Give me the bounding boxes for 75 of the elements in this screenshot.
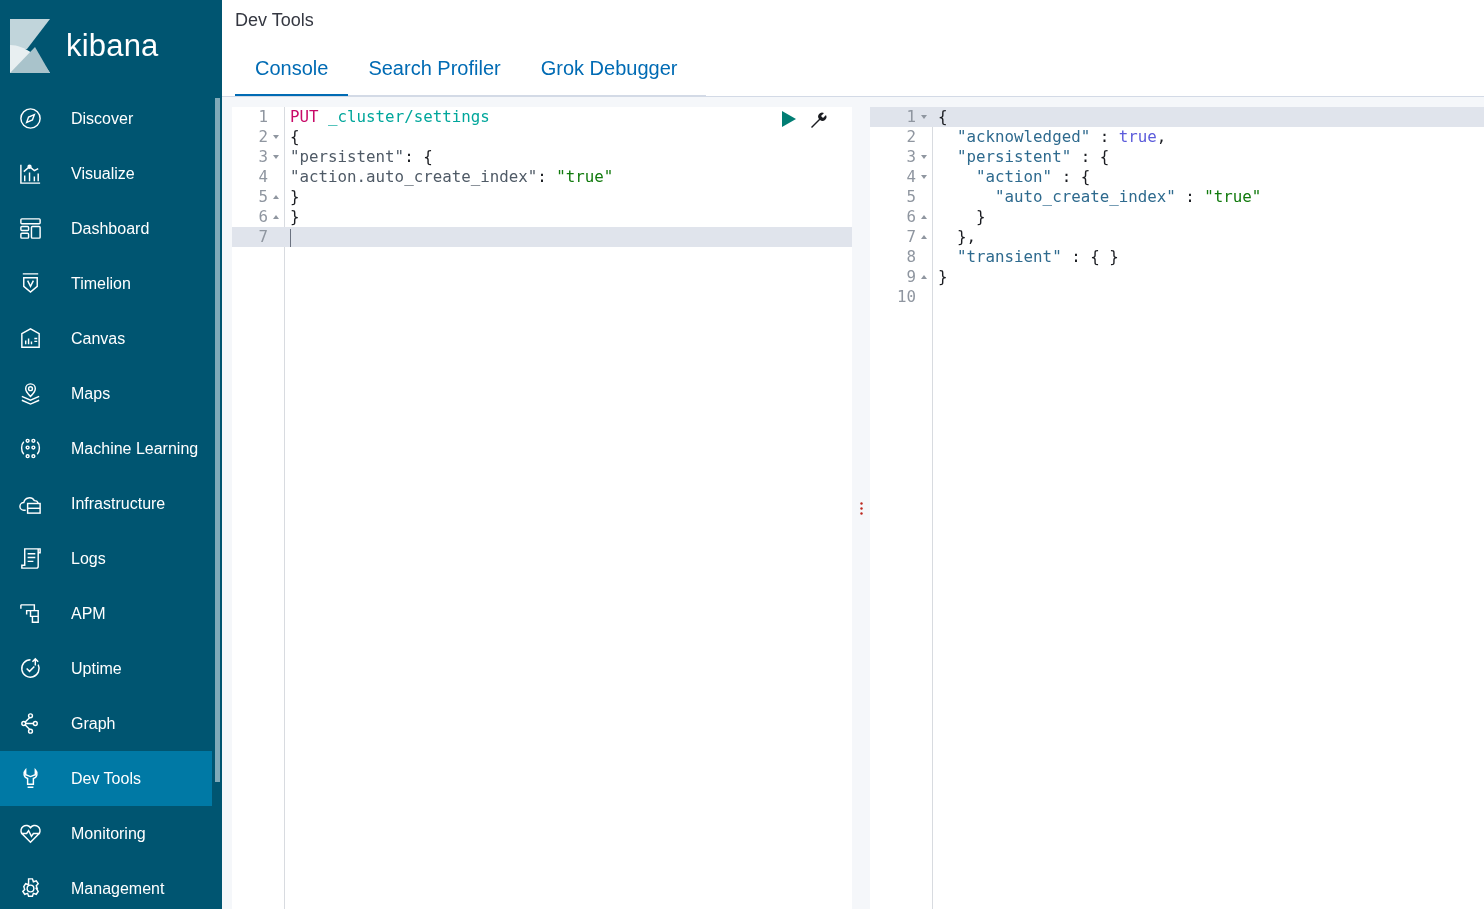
code-line: { — [289, 127, 300, 147]
nav-item[interactable]: Graph — [0, 696, 212, 751]
code-line: "acknowledged" : true, — [956, 127, 1167, 147]
nav-item[interactable]: Discover — [0, 91, 212, 146]
nav-item[interactable]: Timelion — [0, 256, 212, 311]
tab[interactable]: Search Profiler — [348, 40, 521, 96]
line-number: 3 — [257, 147, 268, 167]
line-number: 2 — [257, 127, 268, 147]
line-number: 6 — [905, 207, 916, 227]
line-number: 1 — [905, 107, 916, 127]
document-icon — [18, 546, 43, 571]
fold-toggle-icon[interactable] — [273, 155, 279, 159]
text-cursor — [290, 228, 291, 247]
play-icon[interactable] — [782, 111, 796, 127]
code-line: "action.auto_create_index": "true" — [289, 167, 614, 187]
line-number: 8 — [905, 247, 916, 267]
code-line: "persistent" : { — [956, 147, 1110, 167]
code-line: PUT _cluster/settings — [289, 107, 490, 127]
code-line: "action" : { — [975, 167, 1091, 187]
fold-toggle-icon[interactable] — [921, 115, 927, 119]
wrench-icon[interactable] — [810, 111, 828, 129]
code-line: "auto_create_index" : "true" — [994, 187, 1262, 207]
code-line: }, — [956, 227, 977, 247]
code-line: "persistent": { — [289, 147, 433, 167]
code-line: "transient" : { } — [956, 247, 1119, 267]
code-line: } — [289, 207, 300, 227]
fold-toggle-icon[interactable] — [921, 175, 927, 179]
scrollbar[interactable] — [215, 98, 220, 782]
logo-text: kibana — [66, 27, 159, 64]
line-number: 10 — [895, 287, 916, 307]
dots-icon — [18, 436, 43, 461]
nav-item[interactable]: Dashboard — [0, 201, 212, 256]
line-number: 4 — [257, 167, 268, 187]
code-line: { — [937, 107, 948, 127]
fold-toggle-icon[interactable] — [273, 215, 279, 219]
line-number: 6 — [257, 207, 268, 227]
line-number: 5 — [905, 187, 916, 207]
line-number: 4 — [905, 167, 916, 187]
line-number: 2 — [905, 127, 916, 147]
nav-item[interactable]: Infrastructure — [0, 476, 212, 531]
line-number: 7 — [905, 227, 916, 247]
line-number: 1 — [257, 107, 268, 127]
line-number: 5 — [257, 187, 268, 207]
fold-toggle-icon[interactable] — [921, 215, 927, 219]
nav-item[interactable]: APM — [0, 586, 212, 641]
logo-icon — [10, 18, 50, 73]
fold-toggle-icon[interactable] — [921, 275, 927, 279]
fold-toggle-icon[interactable] — [921, 235, 927, 239]
nav-item[interactable]: Monitoring — [0, 806, 212, 861]
fold-toggle-icon[interactable] — [273, 195, 279, 199]
canvas-icon — [18, 326, 43, 351]
nav-item[interactable]: Uptime — [0, 641, 212, 696]
tab[interactable]: Grok Debugger — [520, 40, 698, 96]
nav-item[interactable]: Logs — [0, 531, 212, 586]
nav-item[interactable]: Dev Tools — [0, 751, 212, 806]
nav-item[interactable]: Canvas — [0, 311, 212, 366]
nav-item[interactable]: Machine Learning — [0, 421, 212, 476]
resize-handle-icon[interactable] — [859, 501, 863, 515]
request-editor[interactable]: 1 PUT _cluster/settings 2 { 3 "persistent": { 4 "action.auto_create_index": "true" 5 } 6 } 7 — [232, 107, 852, 909]
fold-toggle-icon[interactable] — [273, 135, 279, 139]
line-number: 7 — [257, 227, 268, 247]
tab[interactable]: Console — [235, 40, 349, 96]
dashboard-icon — [18, 216, 43, 241]
fold-toggle-icon[interactable] — [921, 155, 927, 159]
page-title: Dev Tools — [235, 9, 315, 32]
code-line: } — [975, 207, 986, 227]
clock-check-icon — [18, 656, 43, 681]
line-number: 3 — [905, 147, 916, 167]
nav-item[interactable]: Management — [0, 861, 212, 909]
code-line: } — [289, 187, 300, 207]
line-number: 9 — [905, 267, 916, 287]
nav-item[interactable]: Maps — [0, 366, 212, 421]
code-line: } — [937, 267, 948, 287]
compass-icon — [18, 106, 43, 131]
nav-item[interactable]: Visualize — [0, 146, 212, 201]
